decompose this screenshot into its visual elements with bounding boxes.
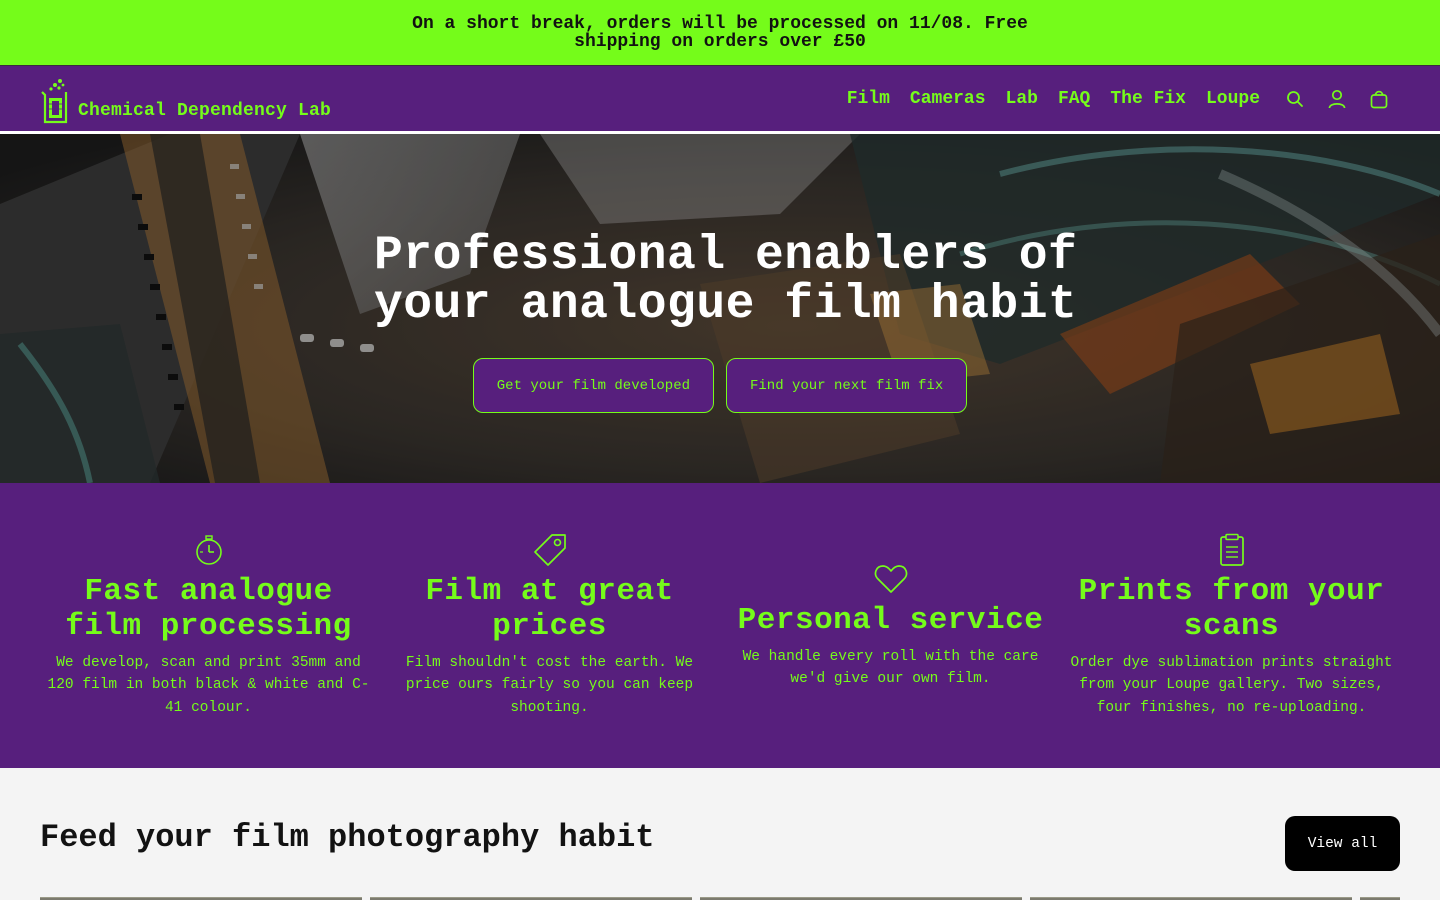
nav-lab[interactable]: Lab <box>1006 89 1038 109</box>
products-heading: Feed your film photography habit <box>40 819 655 856</box>
logo-link[interactable]: Chemical Dependency Lab <box>40 78 331 124</box>
nav-faq[interactable]: FAQ <box>1058 89 1090 109</box>
feature-fast-processing: Fast analogue film processing We develop… <box>40 483 377 768</box>
hero-buttons: Get your film developed Find your next f… <box>0 358 1440 413</box>
cart-icon[interactable] <box>1358 78 1400 120</box>
nav-loupe[interactable]: Loupe <box>1206 89 1260 109</box>
feature-title: Personal service <box>737 602 1044 638</box>
feature-text: We handle every roll with the care we'd … <box>742 648 1039 688</box>
hero-content: Professional enablers of your analogue f… <box>0 232 1440 413</box>
announcement-bar: On a short break, orders will be process… <box>0 0 1440 66</box>
hero-title: Professional enablers of your analogue f… <box>374 229 1078 332</box>
announcement-text: On a short break, orders will be process… <box>412 13 1028 52</box>
clipboard-icon <box>1218 532 1246 568</box>
header-icons <box>1274 78 1400 120</box>
feature-text: Order dye sublimation prints straight fr… <box>1070 654 1393 716</box>
stopwatch-icon <box>194 532 224 568</box>
site-header: Chemical Dependency Lab Film Cameras Lab… <box>0 66 1440 134</box>
feature-title: Fast analogue film processing <box>65 573 352 644</box>
feature-text: We develop, scan and print 35mm and 120 … <box>47 654 370 716</box>
features-section: Fast analogue film processing We develop… <box>0 483 1440 768</box>
find-film-fix-button[interactable]: Find your next film fix <box>726 358 968 413</box>
beaker-logo-icon <box>40 78 70 124</box>
products-section: Feed your film photography habit View al… <box>0 768 1440 900</box>
feature-text: Film shouldn't cost the earth. We price … <box>405 654 694 716</box>
nav-film[interactable]: Film <box>847 89 890 109</box>
price-tag-icon <box>532 532 568 568</box>
search-icon[interactable] <box>1274 78 1316 120</box>
feature-title: Film at great prices <box>425 573 674 644</box>
feature-prints-from-scans: Prints from your scans Order dye sublima… <box>1063 483 1400 768</box>
feature-title: Prints from your scans <box>1078 573 1385 644</box>
main-nav: Film Cameras Lab FAQ The Fix Loupe <box>847 66 1400 132</box>
nav-cameras[interactable]: Cameras <box>910 89 986 109</box>
nav-the-fix[interactable]: The Fix <box>1110 89 1186 109</box>
view-all-button[interactable]: View all <box>1285 816 1400 871</box>
get-film-developed-button[interactable]: Get your film developed <box>472 358 714 413</box>
feature-great-prices: Film at great prices Film shouldn't cost… <box>381 483 718 768</box>
heart-icon <box>874 561 908 597</box>
logo-text: Chemical Dependency Lab <box>78 101 332 121</box>
account-icon[interactable] <box>1316 78 1358 120</box>
hero-banner: Professional enablers of your analogue f… <box>0 134 1440 483</box>
feature-personal-service: Personal service We handle every roll wi… <box>722 483 1059 768</box>
